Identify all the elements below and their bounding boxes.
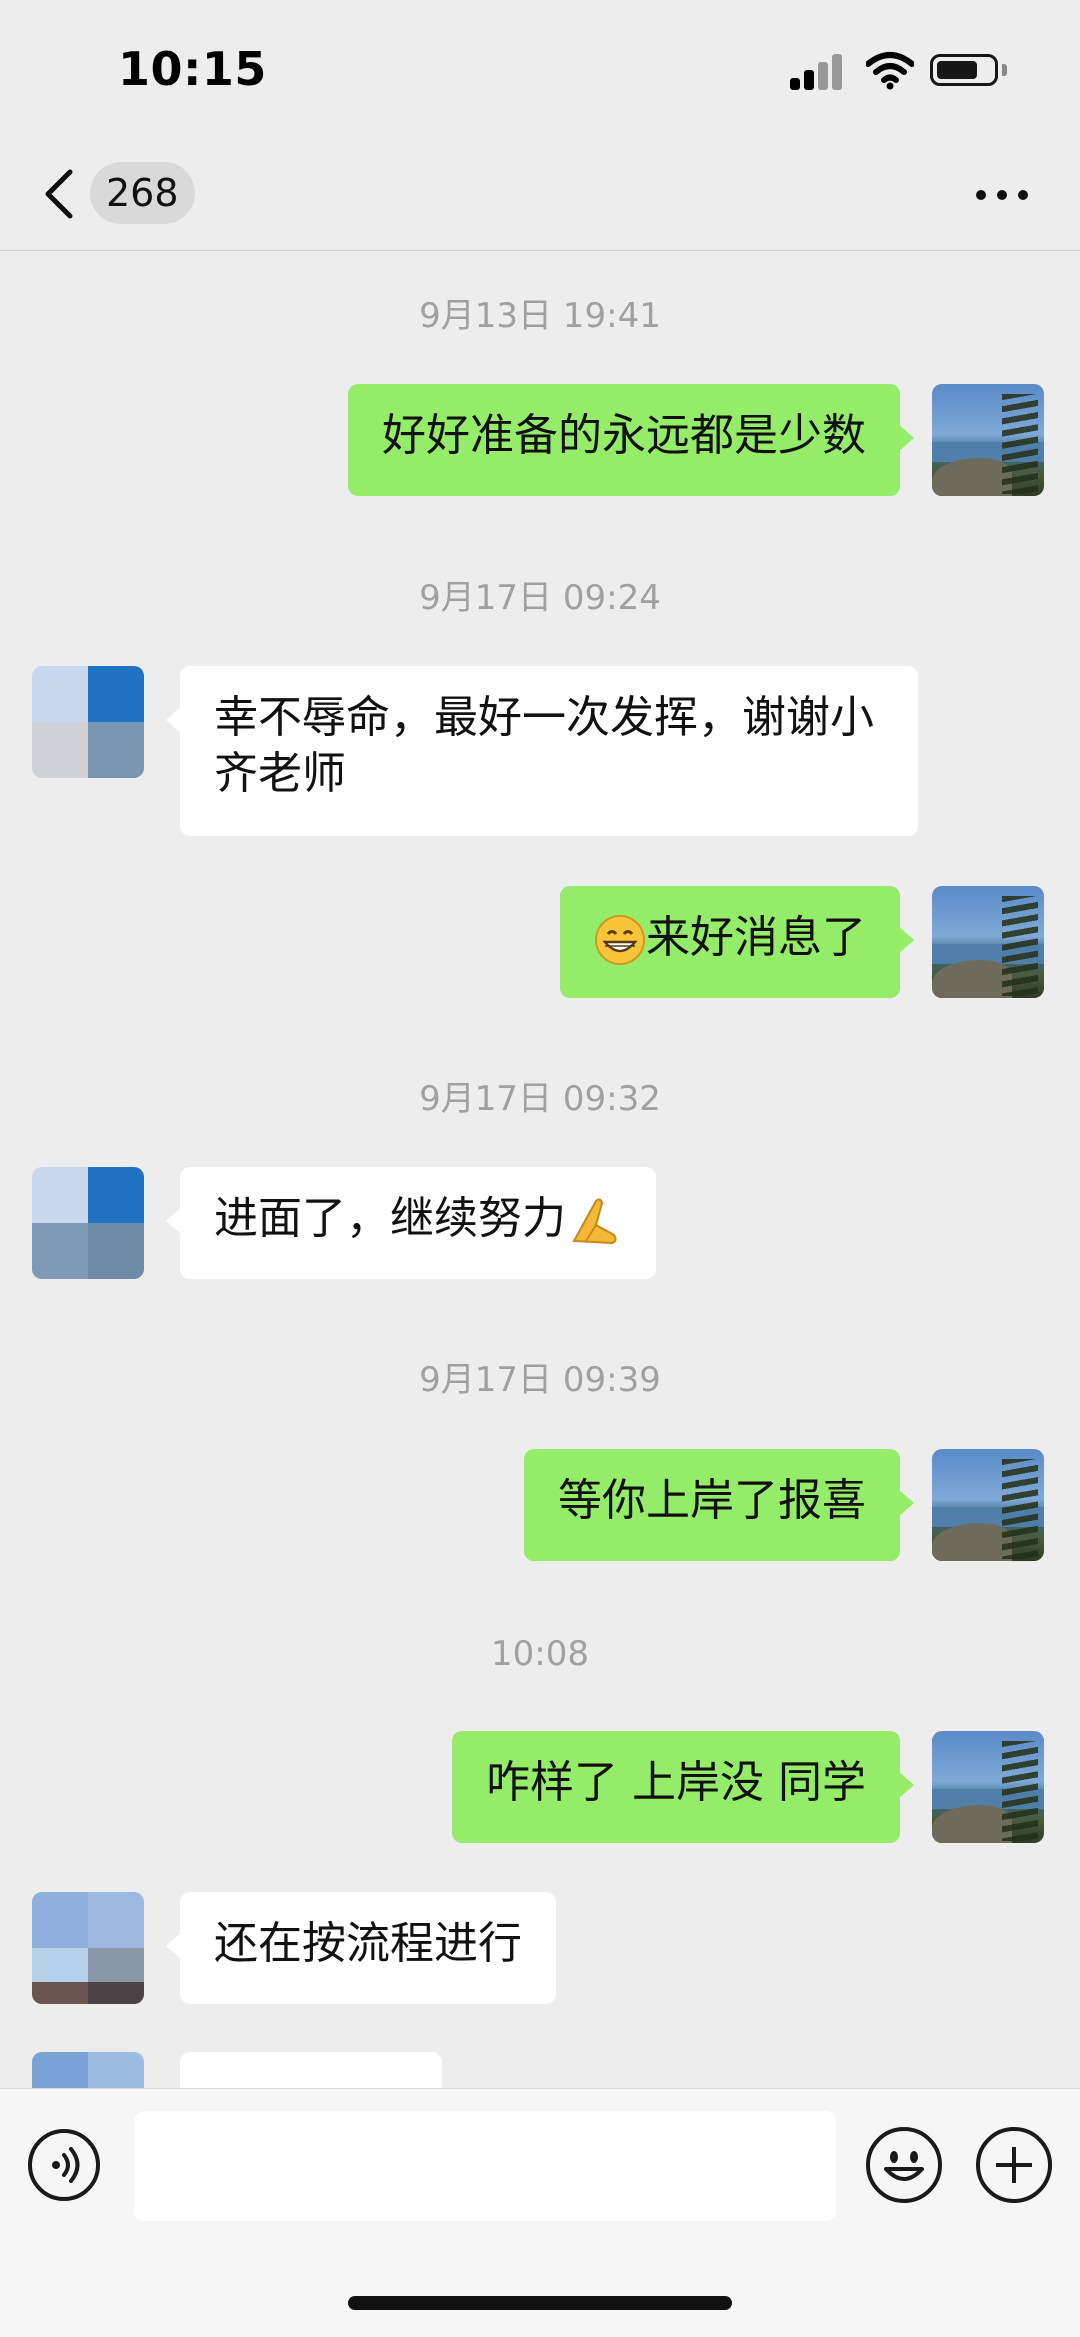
message-timestamp: 9月13日 19:41 [419, 296, 661, 336]
peer-avatar[interactable] [32, 1167, 144, 1279]
peer-avatar[interactable] [32, 666, 144, 778]
message-input[interactable] [134, 2111, 836, 2221]
emoji-picker-icon[interactable] [866, 2127, 942, 2203]
message-timestamp: 9月17日 09:39 [419, 1360, 661, 1400]
message-text: 咋样了 上岸没 同学 [486, 1757, 866, 1808]
message-bubble-self[interactable]: 等你上岸了报喜 [524, 1449, 914, 1561]
message-text: 等你上岸了报喜 [558, 1475, 866, 1526]
self-avatar[interactable] [932, 1449, 1044, 1561]
status-time: 10:15 [118, 42, 267, 96]
peer-avatar[interactable] [32, 2052, 144, 2088]
message-timestamp: 9月17日 09:32 [419, 1079, 661, 1119]
battery-tip [1002, 64, 1007, 76]
message-bubble-peer[interactable] [166, 2052, 442, 2120]
message-bubble-self[interactable]: 来好消息了 [560, 886, 914, 998]
message-bubble-self[interactable]: 好好准备的永远都是少数 [348, 384, 914, 496]
message-bubble-peer[interactable]: 进面了，继续努力 [166, 1167, 656, 1279]
unread-count-badge[interactable]: 268 [90, 162, 195, 224]
home-indicator [348, 2296, 732, 2310]
message-text: 还在按流程进行 [214, 1918, 522, 1969]
self-avatar[interactable] [932, 886, 1044, 998]
chat-screen: 10:15 268 9月13日 19:41 好好准备的永远都是少数 9月17日 … [0, 0, 1080, 2337]
more-options-icon[interactable] [972, 180, 1032, 210]
praying-hands-emoji [572, 1198, 617, 1245]
battery-icon [930, 54, 998, 86]
nav-bar: 268 [0, 140, 1080, 251]
message-timestamp: 10:08 [491, 1634, 589, 1674]
message-bubble-peer[interactable]: 还在按流程进行 [166, 1892, 556, 2004]
grinning-face-emoji [595, 915, 645, 965]
message-text: 来好消息了 [646, 912, 866, 963]
message-text: 进面了，继续努力 [214, 1193, 566, 1244]
voice-input-icon[interactable] [28, 2129, 100, 2201]
cellular-signal-icon [790, 52, 846, 90]
back-chevron-icon[interactable] [40, 166, 80, 222]
self-avatar[interactable] [932, 1731, 1044, 1843]
peer-avatar[interactable] [32, 1892, 144, 2004]
message-text: 幸不辱命，最好一次发挥，谢谢小齐老师 [214, 692, 874, 799]
more-functions-plus-icon[interactable] [976, 2127, 1052, 2203]
message-bubble-self[interactable]: 咋样了 上岸没 同学 [452, 1731, 914, 1843]
status-bar: 10:15 [0, 0, 1080, 140]
message-bubble-peer[interactable]: 幸不辱命，最好一次发挥，谢谢小齐老师 [166, 666, 918, 836]
message-text: 好好准备的永远都是少数 [382, 410, 866, 461]
wifi-icon [866, 52, 914, 90]
message-timestamp: 9月17日 09:24 [419, 578, 661, 618]
self-avatar[interactable] [932, 384, 1044, 496]
